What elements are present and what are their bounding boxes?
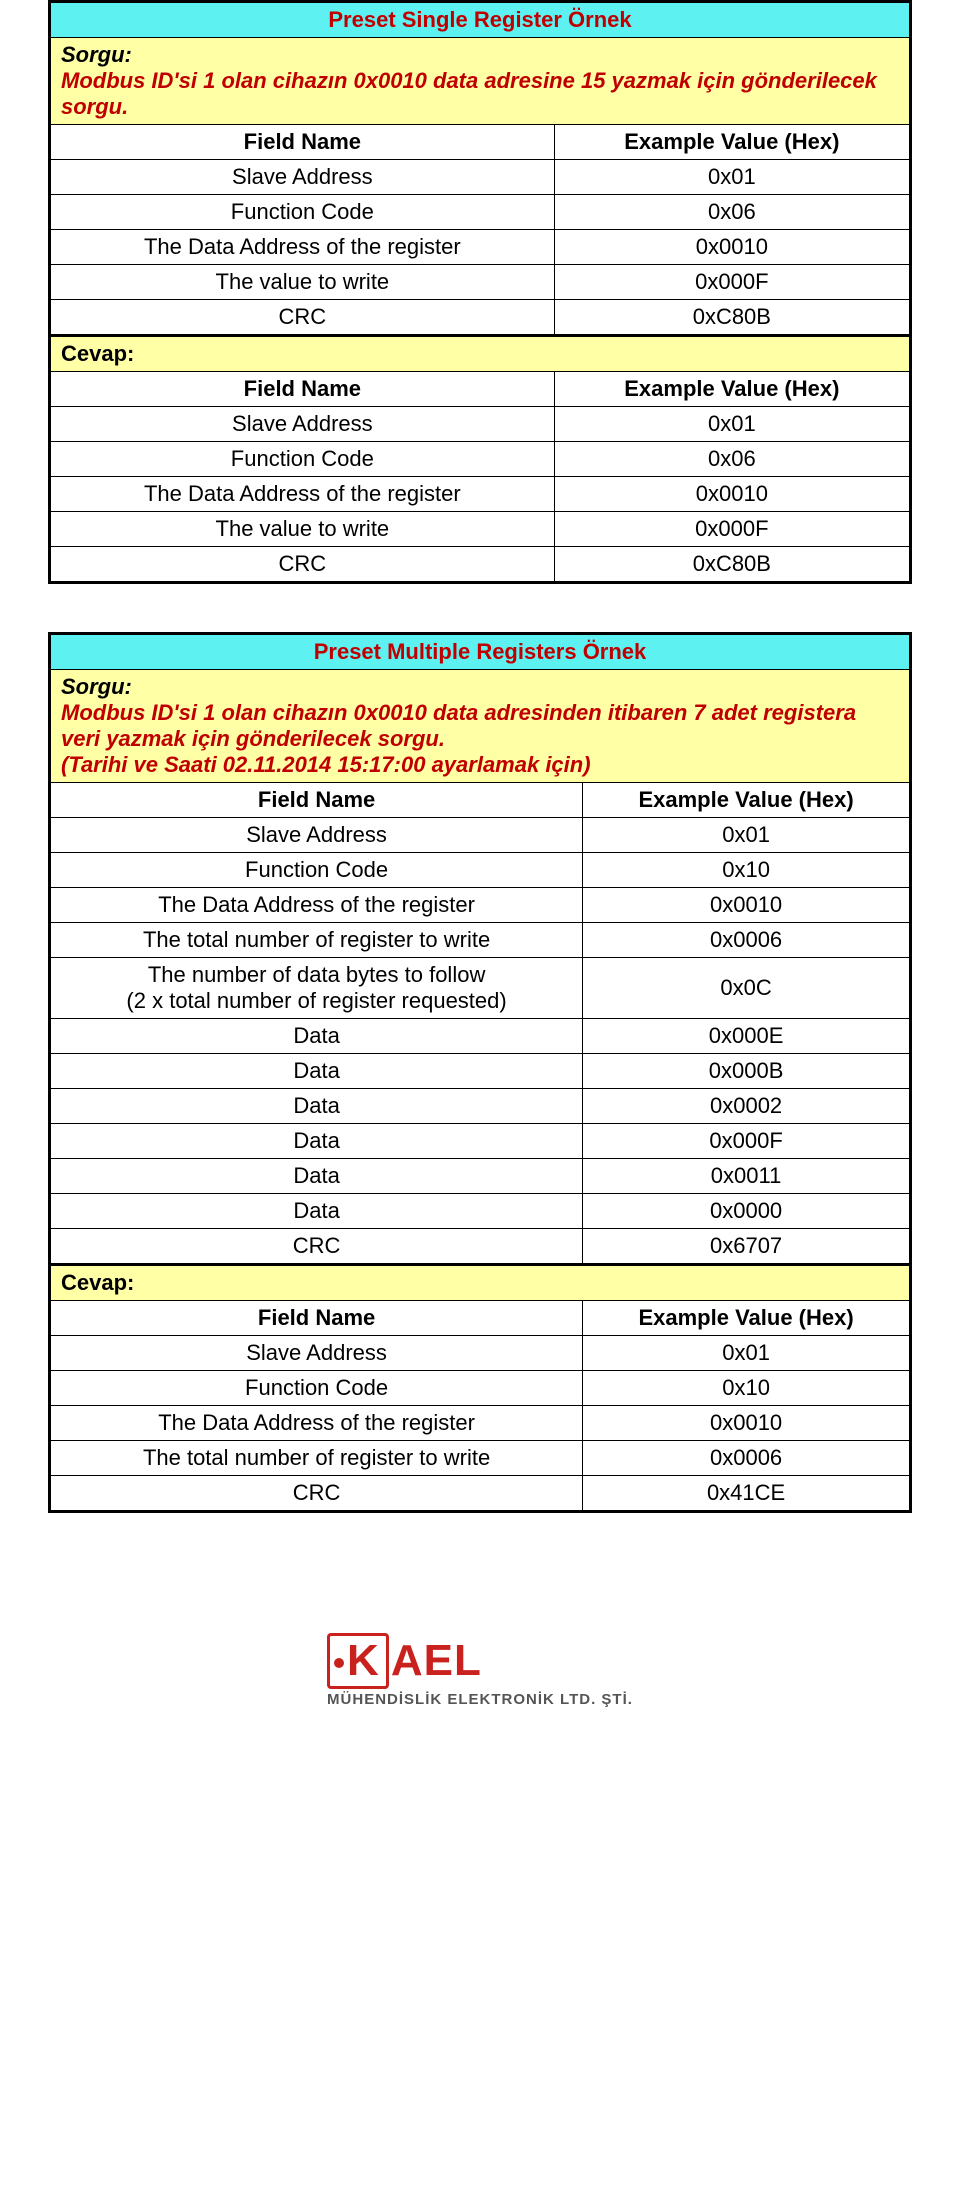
preset-multiple-registers-table: Preset Multiple Registers Örnek Sorgu: M… <box>48 632 912 1513</box>
sorgu-note: (Tarihi ve Saati 02.11.2014 15:17:00 aya… <box>61 752 591 777</box>
block1-title: Preset Single Register Örnek <box>50 2 911 38</box>
cevap-label: Cevap: <box>50 1265 911 1301</box>
table-row: Slave Address <box>50 160 555 195</box>
block2-title: Preset Multiple Registers Örnek <box>50 634 911 670</box>
preset-single-register-table: Preset Single Register Örnek Sorgu: Modb… <box>48 0 912 584</box>
col-field: Field Name <box>50 125 555 160</box>
footer-logo: KAEL MÜHENDİSLİK ELEKTRONİK LTD. ŞTİ. <box>48 1633 912 1710</box>
brand-name: KAEL <box>327 1633 633 1689</box>
col-value: Example Value (Hex) <box>554 125 910 160</box>
cevap-label: Cevap: <box>50 336 911 372</box>
sorgu-label: Sorgu: <box>61 674 132 699</box>
sorgu-text: Modbus ID'si 1 olan cihazın 0x0010 data … <box>61 700 856 751</box>
sorgu-text: Modbus ID'si 1 olan cihazın 0x0010 data … <box>61 68 877 119</box>
brand-subtitle: MÜHENDİSLİK ELEKTRONİK LTD. ŞTİ. <box>327 1691 633 1708</box>
block1-sorgu: Sorgu: Modbus ID'si 1 olan cihazın 0x001… <box>50 38 911 125</box>
page: Preset Single Register Örnek Sorgu: Modb… <box>0 0 960 1910</box>
block2-sorgu: Sorgu: Modbus ID'si 1 olan cihazın 0x001… <box>50 670 911 783</box>
sorgu-label: Sorgu: <box>61 42 132 67</box>
